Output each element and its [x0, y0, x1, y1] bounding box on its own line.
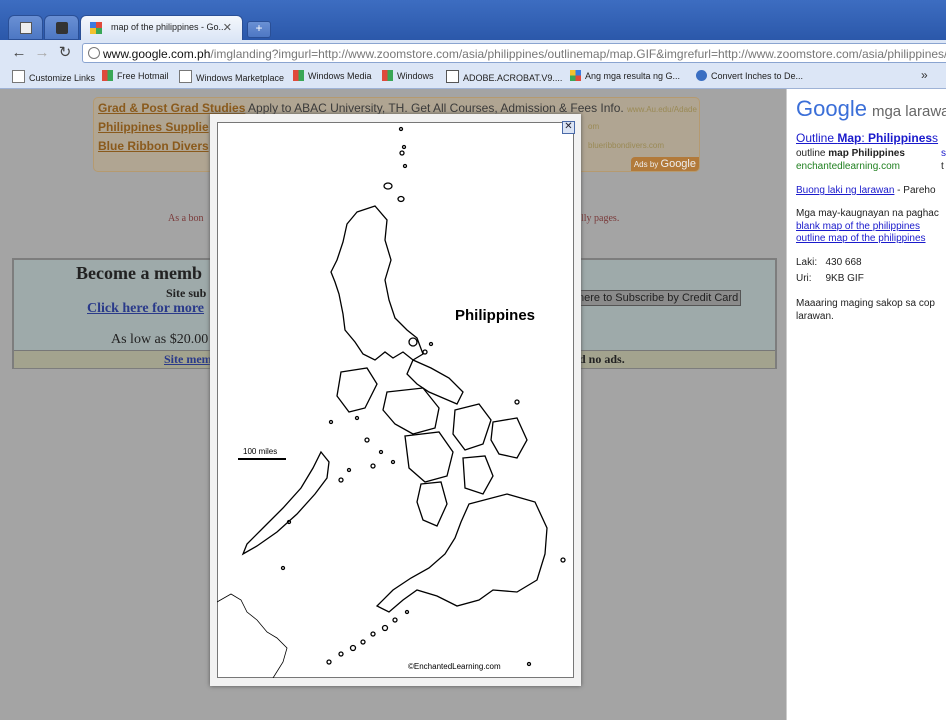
sidebar-edge-mark: t	[941, 161, 944, 172]
toolbar: ← → ↻ www.google.com.ph/imglanding?imgur…	[0, 40, 946, 66]
ad-item: Grad & Post Grad Studies Apply to ABAC U…	[98, 101, 697, 115]
bookmark-item[interactable]: Windows Marketplace	[179, 70, 284, 84]
google-favicon-icon	[570, 70, 581, 81]
full-size-row: Buong laki ng larawan - Pareho	[796, 185, 936, 196]
result-title[interactable]: Outline Map: Philippiness	[796, 131, 938, 145]
copyright-note-cont: larawan.	[796, 311, 834, 322]
globe-icon	[696, 70, 707, 81]
result-subtitle: outline map Philippines	[796, 148, 905, 159]
bookmark-item[interactable]: Ang mga resulta ng G...	[570, 70, 680, 84]
related-label: Mga may-kaugnayan na paghac	[796, 208, 939, 219]
map-title-label: Philippines	[455, 307, 536, 324]
tab-strip: map of the philippines - Go... ✕ +	[0, 0, 946, 40]
bonus-text-end: lly pages.	[581, 213, 620, 224]
scale-bar	[238, 458, 286, 460]
bonus-text: As a bon	[168, 213, 204, 224]
bookmark-item[interactable]: ADOBE.ACROBAT.V9....	[446, 70, 562, 84]
ad-link[interactable]: Philippines Supplie	[98, 120, 209, 134]
scale-label: 100 miles	[243, 447, 278, 456]
bookmark-item[interactable]: Windows Media	[293, 70, 372, 84]
bookmark-item[interactable]: Free Hotmail	[102, 70, 169, 84]
new-tab-button[interactable]: +	[247, 21, 271, 38]
google-logo[interactable]: Google mga larawa	[796, 96, 946, 122]
close-icon[interactable]: ✕	[223, 21, 232, 34]
ad-item: Philippines Supplie om	[98, 120, 600, 134]
close-lightbox-button[interactable]: ✕	[562, 121, 575, 134]
full-size-link[interactable]: Buong laki ng larawan	[796, 185, 894, 196]
site-membership-link[interactable]: Site mem	[164, 352, 212, 367]
google-favicon-icon	[90, 22, 102, 34]
bookmark-item[interactable]: Windows	[382, 70, 434, 84]
url-text: www.google.com.ph/imglanding?imgurl=http…	[103, 47, 946, 61]
back-icon[interactable]: ←	[10, 44, 28, 62]
document-icon	[446, 70, 459, 83]
address-bar[interactable]: www.google.com.ph/imglanding?imgurl=http…	[82, 43, 946, 63]
printer-icon	[56, 22, 68, 34]
windows-logo-icon	[293, 70, 304, 81]
ads-by-google-badge[interactable]: Ads by Google	[630, 157, 699, 171]
ad-link[interactable]: Blue Ribbon Divers	[98, 139, 209, 153]
philippines-outline-map	[217, 126, 566, 678]
more-info-link[interactable]: Click here for more	[87, 301, 204, 317]
tab-active[interactable]: map of the philippines - Go... ✕	[80, 15, 243, 40]
tab-2[interactable]	[44, 15, 79, 40]
image-info-sidebar: Google mga larawa Outline Map: Philippine…	[786, 89, 946, 720]
map-credit: ©EnchantedLearning.com	[408, 662, 501, 671]
bookmark-item[interactable]: Customize Links	[12, 70, 95, 84]
sidebar-edge-mark: s	[941, 148, 946, 159]
page-icon	[179, 70, 192, 83]
globe-icon	[88, 47, 100, 59]
tab-1[interactable]	[8, 15, 43, 40]
bookmarks-bar: Customize Links Free Hotmail Windows Mar…	[0, 66, 946, 89]
page-icon	[20, 22, 32, 34]
tab-title: map of the philippines - Go...	[111, 22, 227, 32]
related-link[interactable]: blank map of the philippines	[796, 221, 920, 232]
windows-logo-icon	[102, 70, 113, 81]
bookmarks-overflow-button[interactable]: »	[921, 68, 928, 82]
no-ads-text: d no ads.	[579, 352, 625, 366]
membership-title: Become a memb	[76, 263, 202, 283]
windows-logo-icon	[382, 70, 393, 81]
bookmark-item[interactable]: Convert Inches to De...	[696, 70, 803, 84]
result-source: enchantedlearning.com	[796, 161, 900, 172]
subscribe-button[interactable]: here to Subscribe by Credit Card	[577, 290, 741, 306]
related-link[interactable]: outline map of the philippines	[796, 233, 926, 244]
reload-icon[interactable]: ↻	[56, 44, 74, 62]
ad-item: Blue Ribbon Divers blueribbondivers.com	[98, 139, 665, 153]
size-row: Laki: 430 668	[796, 257, 862, 268]
image-lightbox: Philippines 100 miles ©EnchantedLearning…	[210, 114, 581, 686]
type-row: Uri: 9KB GIF	[796, 273, 864, 284]
price-text: As low as $20.00	[111, 332, 209, 347]
forward-icon[interactable]: →	[33, 44, 51, 62]
membership-subtitle: Site sub	[166, 286, 207, 300]
ad-link[interactable]: Grad & Post Grad Studies	[98, 101, 245, 115]
copyright-note: Maaaring maging sakop sa cop	[796, 298, 935, 309]
page-icon	[12, 70, 25, 83]
